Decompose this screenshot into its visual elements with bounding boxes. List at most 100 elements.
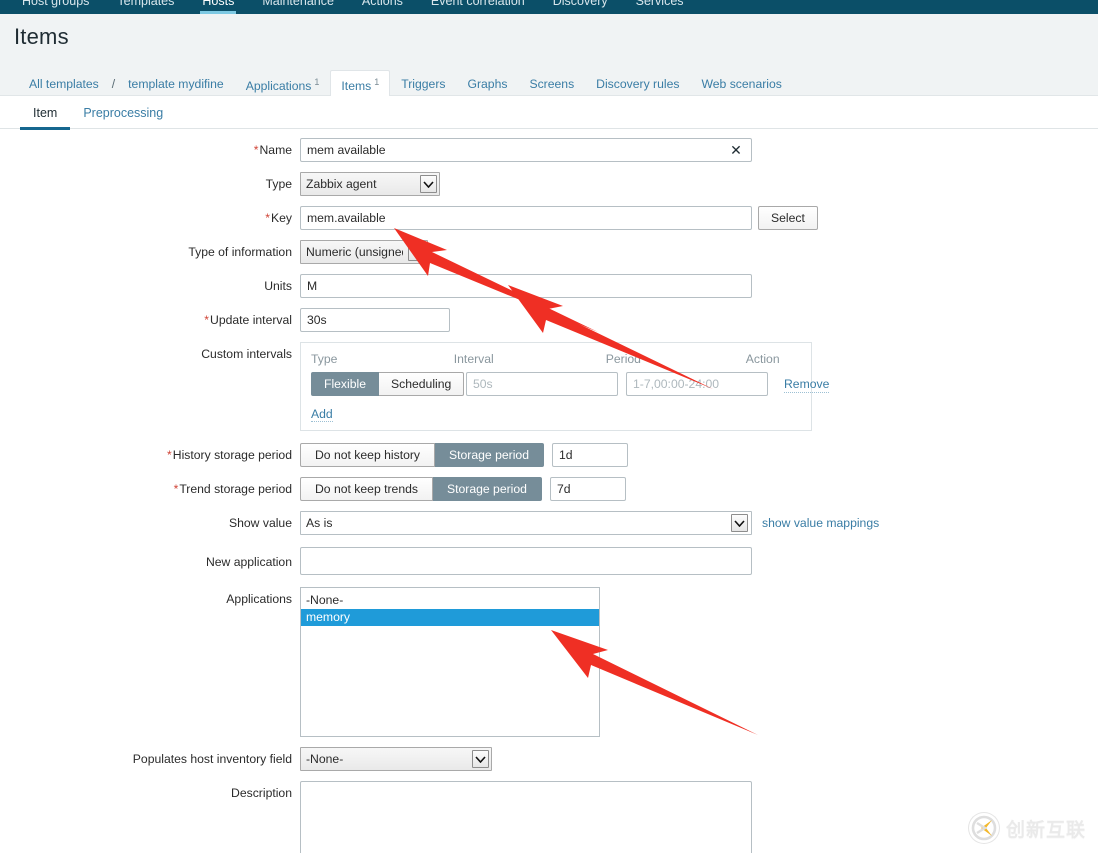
toggle-scheduling[interactable]: Scheduling [379, 372, 464, 396]
type-select[interactable]: Zabbix agent [300, 172, 440, 196]
form-row-key: *Key Select [0, 206, 1098, 230]
breadcrumb-item-graphs[interactable]: Graphs [456, 72, 518, 96]
application-option[interactable]: -None- [301, 592, 599, 609]
required-marker: * [265, 211, 270, 225]
description-textarea[interactable] [300, 781, 752, 853]
show-value-mappings-link[interactable]: show value mappings [762, 511, 879, 535]
trend-storage-period-input[interactable] [550, 477, 626, 501]
control-new-application [300, 547, 752, 575]
toggle-do-not-keep-history[interactable]: Do not keep history [300, 443, 435, 467]
form-row-history-storage-period: *History storage period Do not keep hist… [0, 443, 1098, 467]
label-show-value: Show value [0, 511, 300, 535]
toggle-history-storage-period[interactable]: Storage period [435, 443, 544, 467]
form-row-type: Type Zabbix agent [0, 172, 1098, 196]
nav-item-event-correlation[interactable]: Event correlation [417, 0, 539, 14]
breadcrumb-item-all-templates[interactable]: All templates [18, 72, 110, 96]
nav-item-host-groups[interactable]: Host groups [8, 0, 103, 14]
custom-interval-remove-link[interactable]: Remove [784, 376, 829, 393]
nav-item-actions[interactable]: Actions [348, 0, 417, 14]
column-header-interval: Interval [454, 352, 606, 366]
tab-preprocessing[interactable]: Preprocessing [70, 100, 176, 129]
label-custom-intervals: Custom intervals [0, 342, 300, 366]
watermark-text: 创新互联 [1006, 815, 1086, 842]
breadcrumb-item-discovery-rules[interactable]: Discovery rules [585, 72, 690, 96]
control-trend-storage-period: Do not keep trends Storage period [300, 477, 626, 501]
custom-intervals-box: Type Interval Period Action Flexible Sch… [300, 342, 812, 431]
label-type-of-information: Type of information [0, 240, 300, 264]
label-update-interval: *Update interval [0, 308, 300, 332]
application-option[interactable]: memory [301, 609, 599, 626]
form-row-description: Description [0, 781, 1098, 853]
toggle-trend-storage-period[interactable]: Storage period [433, 477, 542, 501]
custom-interval-interval-input[interactable] [466, 372, 618, 396]
breadcrumb-item-screens[interactable]: Screens [518, 72, 585, 96]
custom-intervals-add-wrap: Add [311, 406, 801, 422]
show-value-select[interactable]: As is [300, 511, 752, 535]
breadcrumb-item-applications[interactable]: Applications1 [235, 70, 331, 98]
tab-item[interactable]: Item [20, 100, 70, 129]
page-title: Items [14, 24, 69, 50]
breadcrumb-item-triggers[interactable]: Triggers [390, 72, 456, 96]
required-marker: * [174, 482, 179, 496]
column-header-action: Action [746, 352, 801, 366]
top-navigation-list: Host groupsTemplatesHostsMaintenanceActi… [0, 0, 1098, 14]
breadcrumb-label: / [112, 77, 115, 91]
nav-item-maintenance[interactable]: Maintenance [248, 0, 348, 14]
select-key-button[interactable]: Select [758, 206, 818, 230]
breadcrumb-label: Web scenarios [701, 77, 781, 91]
required-marker: * [167, 448, 172, 462]
breadcrumb-label: Items [341, 79, 371, 93]
label-name: *Name [0, 138, 300, 162]
breadcrumb-label: Screens [529, 77, 574, 91]
nav-item-services[interactable]: Services [622, 0, 698, 14]
units-input[interactable] [300, 274, 752, 298]
form-row-trend-storage-period: *Trend storage period Do not keep trends… [0, 477, 1098, 501]
toggle-flexible[interactable]: Flexible [311, 372, 379, 396]
control-populates-host-inventory-field: -None- [300, 747, 492, 771]
breadcrumb-label: Discovery rules [596, 77, 679, 91]
items-page: Host groupsTemplatesHostsMaintenanceActi… [0, 0, 1098, 853]
breadcrumb-count: 1 [314, 77, 319, 87]
form-row-applications: Applications -None-memory [0, 587, 1098, 737]
name-input[interactable] [300, 138, 752, 162]
history-storage-period-toggle: Do not keep history Storage period [300, 443, 544, 467]
breadcrumb-label: template mydifine [128, 77, 224, 91]
control-units [300, 274, 752, 298]
type-of-information-select-wrapper: Numeric (unsigned) [300, 240, 428, 264]
nav-item-discovery[interactable]: Discovery [539, 0, 622, 14]
breadcrumb-item-template-mydifine[interactable]: template mydifine [117, 72, 235, 96]
label-key: *Key [0, 206, 300, 230]
applications-listbox[interactable]: -None-memory [300, 587, 600, 737]
watermark: 创新互联 [969, 813, 1086, 843]
label-history-storage-period: *History storage period [0, 443, 300, 467]
breadcrumb-item-web-scenarios[interactable]: Web scenarios [690, 72, 792, 96]
form-row-update-interval: *Update interval [0, 308, 1098, 332]
nav-item-hosts[interactable]: Hosts [188, 0, 248, 14]
breadcrumb-item-items[interactable]: Items1 [330, 70, 390, 98]
column-header-period: Period [606, 352, 746, 366]
label-units: Units [0, 274, 300, 298]
form-row-type-of-information: Type of information Numeric (unsigned) [0, 240, 1098, 264]
update-interval-input[interactable] [300, 308, 450, 332]
custom-intervals-add-link[interactable]: Add [311, 407, 333, 422]
nav-item-templates[interactable]: Templates [103, 0, 188, 14]
cx-logo-icon [969, 813, 999, 843]
page-header-band [0, 14, 1098, 58]
history-storage-period-input[interactable] [552, 443, 628, 467]
populates-host-inventory-field-select[interactable]: -None- [300, 747, 492, 771]
column-header-type: Type [311, 352, 454, 366]
form-row-name: *Name ✕ [0, 138, 1098, 162]
new-application-input[interactable] [300, 547, 752, 575]
top-navigation-bar: Host groupsTemplatesHostsMaintenanceActi… [0, 0, 1098, 14]
key-input[interactable] [300, 206, 752, 230]
close-icon[interactable]: ✕ [728, 141, 744, 159]
toggle-do-not-keep-trends[interactable]: Do not keep trends [300, 477, 433, 501]
breadcrumb-label: Triggers [401, 77, 445, 91]
label-description: Description [0, 781, 300, 805]
form-row-units: Units [0, 274, 1098, 298]
form-row-show-value: Show value As is show value mappings [0, 511, 1098, 535]
custom-interval-period-input[interactable] [626, 372, 768, 396]
form-tabs: ItemPreprocessing [20, 100, 176, 129]
type-of-information-select[interactable]: Numeric (unsigned) [300, 240, 428, 264]
label-type: Type [0, 172, 300, 196]
